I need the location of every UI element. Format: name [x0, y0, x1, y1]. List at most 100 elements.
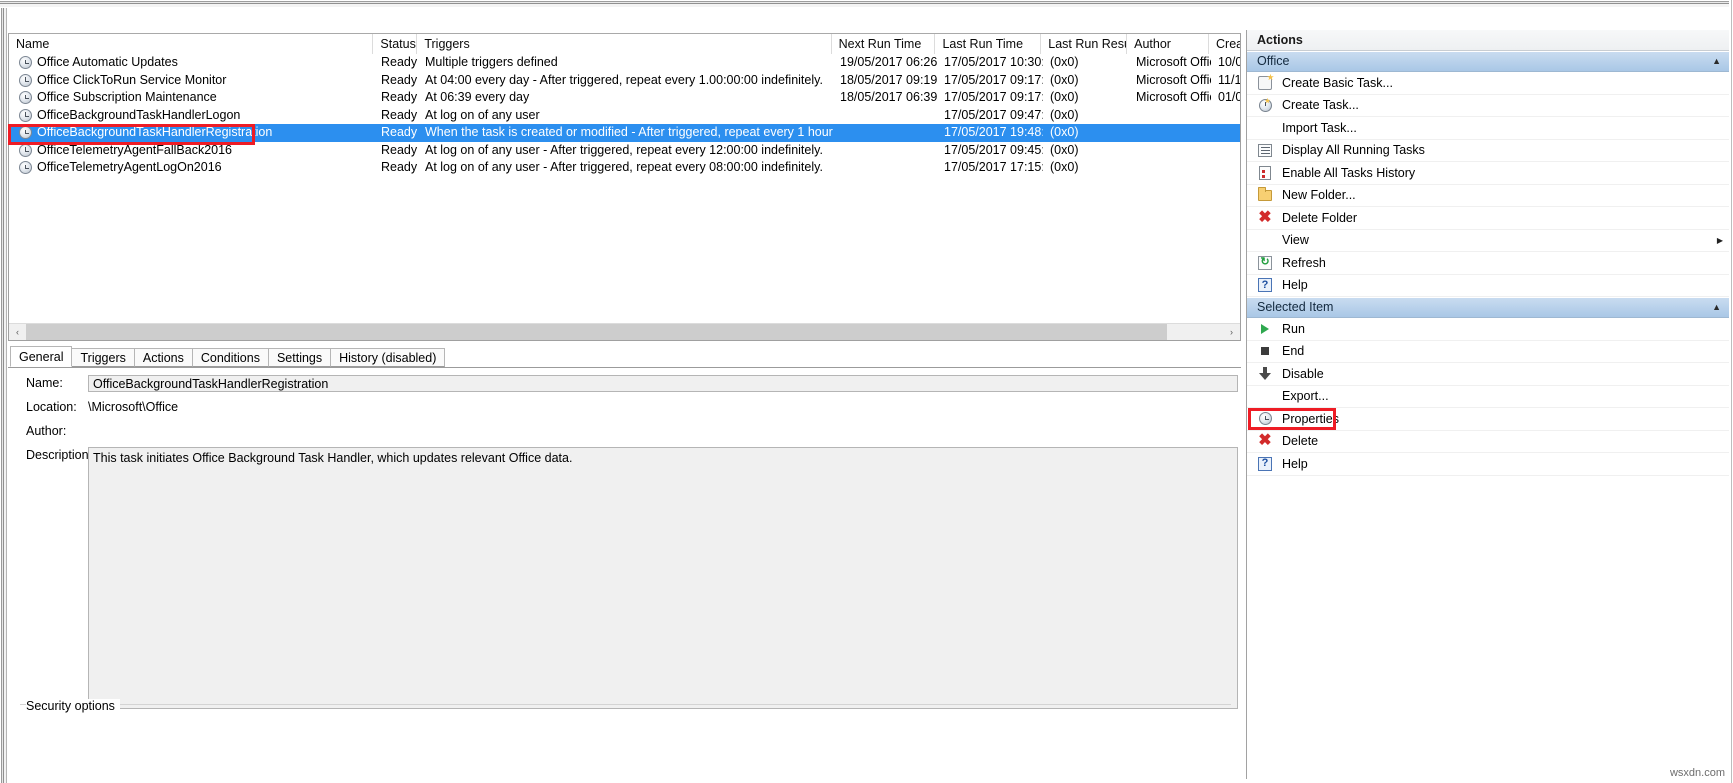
column-header-last[interactable]: Last Run Time	[935, 34, 1042, 54]
security-options-label: Security options	[26, 699, 120, 713]
action-item-delete-folder[interactable]: ✖ Delete Folder	[1247, 207, 1729, 230]
location-row: Location: \Microsoft\Office	[8, 399, 1241, 416]
task-cell-result: (0x0)	[1050, 125, 1079, 139]
task-cell-last: 17/05/2017 17:15:12	[944, 160, 1043, 174]
none	[1257, 388, 1273, 404]
task-cell-status: Ready	[381, 72, 418, 87]
column-header-next[interactable]: Next Run Time	[831, 34, 936, 54]
task-cell-last: 17/05/2017 09:47:28	[944, 107, 1043, 122]
actions-pane: Actions Office ▲ Create Basic Task... Creat…	[1246, 30, 1729, 779]
delete-x-icon: ✖	[1258, 432, 1272, 450]
tab-triggers[interactable]: Triggers	[71, 348, 135, 367]
task-row[interactable]: Office ClickToRun Service Monitor Ready At…	[9, 72, 1240, 90]
column-header-status[interactable]: Status	[373, 34, 418, 54]
tab-actions[interactable]: Actions	[133, 348, 193, 367]
action-item-import-task[interactable]: Import Task...	[1247, 117, 1729, 140]
task-row[interactable]: OfficeBackgroundTaskHandlerLogon Ready At …	[9, 107, 1240, 125]
watermark: wsxdn.com	[1669, 767, 1725, 779]
column-header-name[interactable]: Name	[9, 34, 374, 54]
task-cell-triggers: At log on of any user	[425, 107, 540, 122]
actions-group-header-selected-item[interactable]: Selected Item ▲	[1247, 297, 1729, 318]
scrollbar-track[interactable]	[26, 323, 1223, 340]
action-item-help[interactable]: ? Help	[1247, 453, 1729, 476]
tab-history-disabled[interactable]: History (disabled)	[330, 348, 446, 367]
location-label: Location:	[26, 400, 77, 414]
tab-settings[interactable]: Settings	[267, 348, 332, 367]
scroll-right-arrow-icon[interactable]: ›	[1223, 323, 1240, 340]
task-clock-icon	[19, 56, 32, 70]
action-item-help[interactable]: ? Help	[1247, 275, 1729, 297]
action-item-delete[interactable]: ✖ Delete	[1247, 431, 1729, 453]
task-row[interactable]: OfficeBackgroundTaskHandlerRegistration R…	[9, 124, 1240, 142]
task-cell-created: 01/0	[1218, 90, 1241, 104]
action-item-label: Delete Folder	[1282, 210, 1358, 225]
task-cell-created	[1211, 107, 1240, 125]
none	[1257, 232, 1273, 248]
task-cell-name: Office Automatic Updates	[9, 54, 374, 72]
task-list-horizontal-scrollbar[interactable]: ‹ ›	[9, 323, 1240, 340]
action-item-export[interactable]: Export...	[1247, 386, 1729, 408]
action-item-display-all-running-tasks[interactable]: Display All Running Tasks	[1247, 140, 1729, 162]
chevron-up-icon[interactable]: ▲	[1712, 51, 1721, 72]
action-item-run[interactable]: Run	[1247, 318, 1729, 341]
action-item-create-task[interactable]: Create Task...	[1247, 95, 1729, 117]
author-label: Author:	[26, 424, 67, 438]
task-list-header: Name Status Triggers Next Run Time Last Run …	[9, 34, 1240, 54]
action-item-refresh[interactable]: ↻ Refresh	[1247, 252, 1729, 275]
action-item-label: Create Basic Task...	[1282, 75, 1393, 90]
task-row[interactable]: Office Automatic Updates Ready Multiple tr…	[9, 54, 1240, 72]
column-header-author[interactable]: Author	[1127, 34, 1210, 54]
run-icon	[1257, 321, 1273, 337]
task-cell-name: OfficeBackgroundTaskHandlerRegistration	[9, 124, 374, 142]
tab-conditions[interactable]: Conditions	[191, 348, 269, 367]
author-row: Author:	[8, 423, 1241, 440]
task-cell-status: Ready	[381, 142, 418, 157]
task-name-field[interactable]: OfficeBackgroundTaskHandlerRegistration	[88, 375, 1238, 392]
detail-tabstrip[interactable]: General Triggers Actions Conditions Settings…	[8, 346, 1241, 368]
task-detail-pane: General Triggers Actions Conditions Settings…	[8, 346, 1241, 775]
task-cell-result: (0x0)	[1050, 55, 1079, 69]
task-cell-triggers: At 04:00 every day - After triggered, re…	[425, 72, 823, 87]
task-cell-author	[1129, 142, 1211, 160]
task-cell-created	[1211, 159, 1240, 177]
action-item-end[interactable]: End	[1247, 341, 1729, 363]
task-cell-created	[1211, 124, 1240, 142]
window-frame-top	[0, 0, 1733, 8]
task-row[interactable]: OfficeTelemetryAgentFallBack2016 Ready At …	[9, 142, 1240, 160]
task-name-text: Office ClickToRun Service Monitor	[37, 72, 227, 87]
scrollbar-thumb[interactable]	[26, 323, 1167, 340]
task-cell-author	[1129, 124, 1211, 142]
column-header-triggers[interactable]: Triggers	[417, 34, 832, 54]
action-item-new-folder[interactable]: New Folder...	[1247, 185, 1729, 207]
action-item-create-basic-task[interactable]: Create Basic Task...	[1247, 72, 1729, 95]
task-description-field[interactable]: This task initiates Office Background Ta…	[88, 447, 1238, 709]
action-item-disable[interactable]: Disable	[1247, 363, 1729, 386]
task-cell-created: 10/0	[1218, 55, 1241, 69]
action-item-view[interactable]: View ▶	[1247, 230, 1729, 252]
task-row[interactable]: OfficeTelemetryAgentLogOn2016 Ready At log…	[9, 159, 1240, 177]
help-icon: ?	[1257, 456, 1273, 472]
chevron-up-icon[interactable]: ▲	[1712, 297, 1721, 318]
task-name-text: OfficeTelemetryAgentFallBack2016	[37, 142, 233, 157]
task-row[interactable]: Office Subscription Maintenance Ready At 0…	[9, 89, 1240, 107]
action-item-label: View	[1282, 233, 1309, 248]
task-cell-triggers: At log on of any user - After triggered,…	[425, 160, 823, 174]
action-item-label: Disable	[1282, 366, 1324, 381]
scroll-left-arrow-icon[interactable]: ‹	[9, 323, 26, 340]
task-name-text: OfficeBackgroundTaskHandlerLogon	[37, 107, 241, 122]
create-basic-task-icon	[1257, 75, 1273, 91]
task-cell-author: Microsoft Office	[1136, 90, 1211, 104]
task-list-body[interactable]: Office Automatic Updates Ready Multiple tr…	[9, 54, 1240, 177]
action-item-enable-all-tasks-history[interactable]: Enable All Tasks History	[1247, 162, 1729, 185]
actions-group-label: Selected Item	[1257, 300, 1334, 314]
task-cell-next	[833, 107, 937, 125]
task-cell-next	[833, 124, 937, 142]
task-cell-name: OfficeBackgroundTaskHandlerLogon	[9, 107, 374, 125]
actions-group-header-office[interactable]: Office ▲	[1247, 51, 1729, 72]
tab-general[interactable]: General	[10, 346, 73, 367]
task-cell-triggers: At 06:39 every day	[425, 90, 530, 104]
column-header-created[interactable]: Crea	[1209, 34, 1240, 54]
column-header-result[interactable]: Last Run Result	[1041, 34, 1128, 54]
action-item-properties[interactable]: Properties	[1247, 408, 1729, 431]
task-cell-status: Ready	[381, 55, 418, 69]
